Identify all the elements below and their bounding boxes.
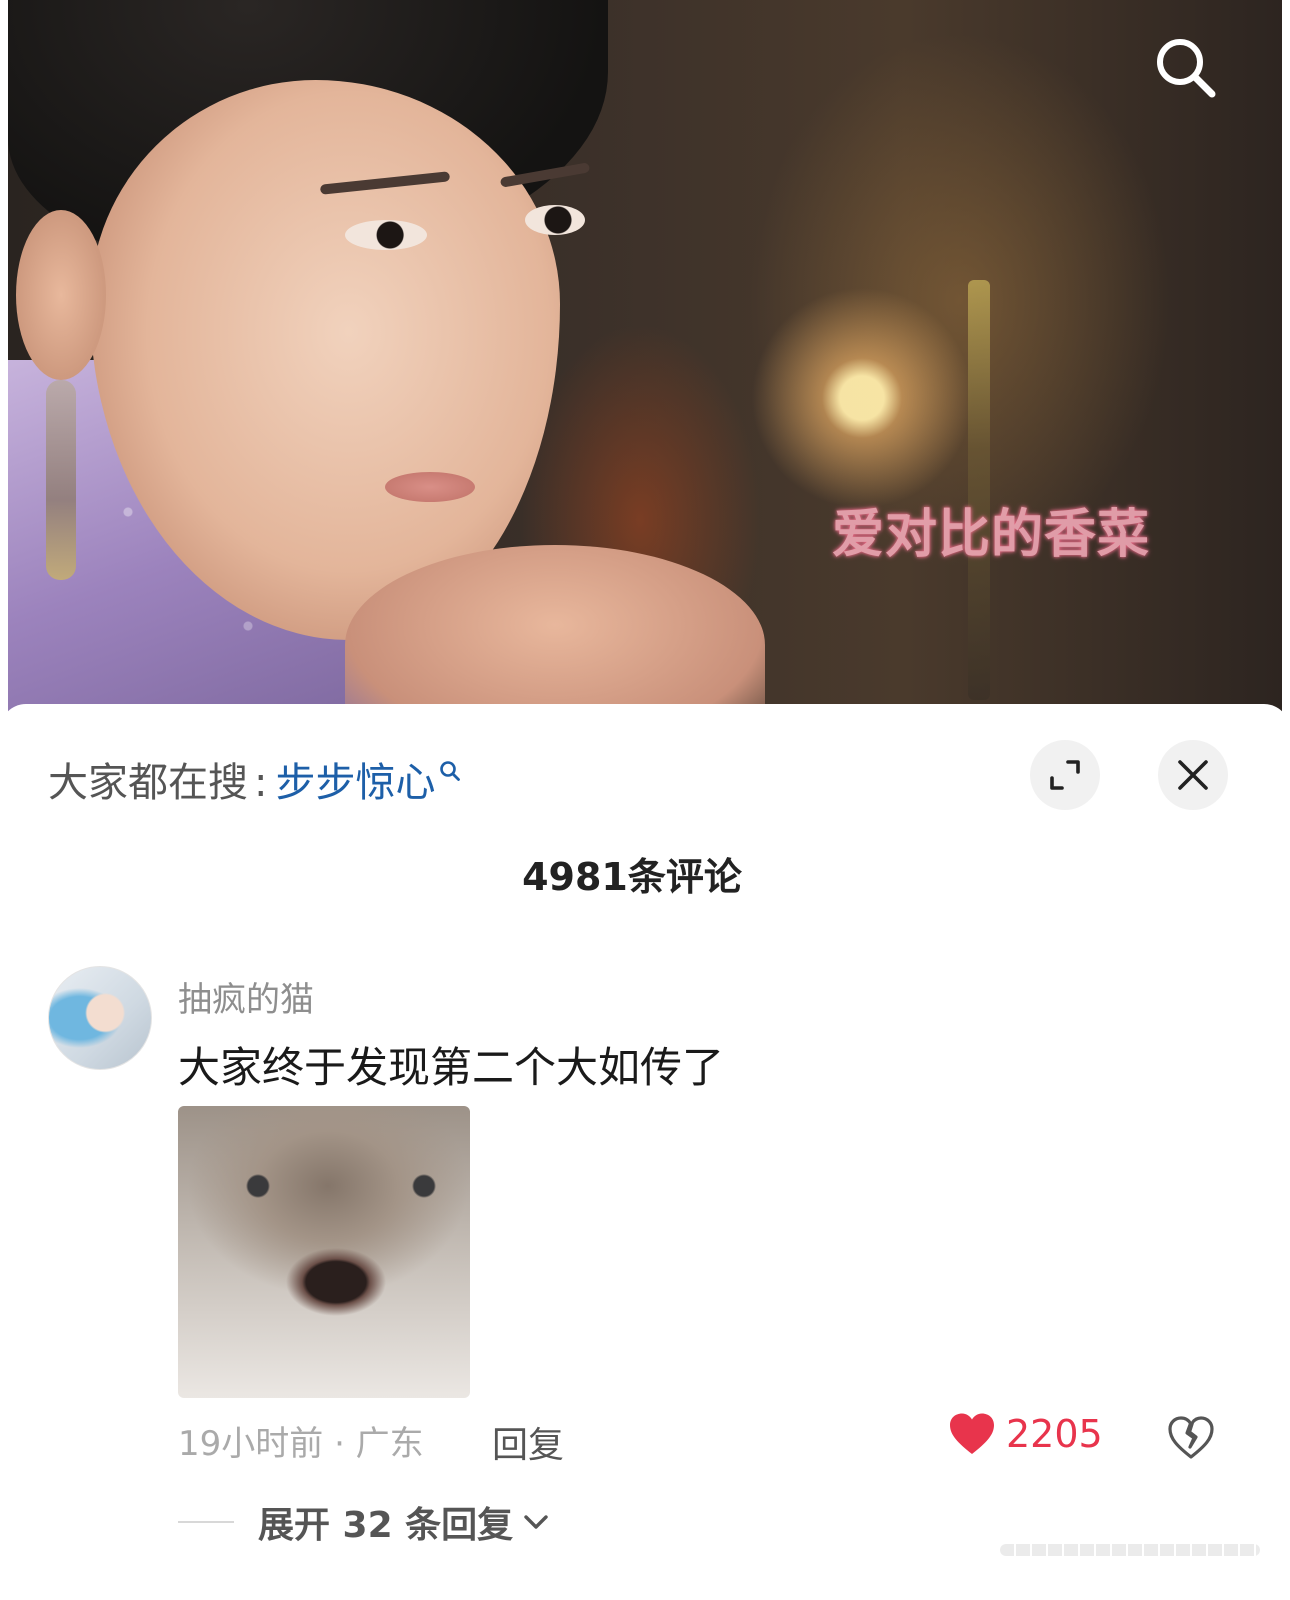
close-button[interactable] [1158, 740, 1228, 810]
ear [16, 210, 106, 380]
expand-replies-label: 展开 32 条回复 [258, 1505, 514, 1546]
search-icon [1157, 39, 1216, 98]
chevron-down-icon [524, 1515, 548, 1529]
search-button[interactable] [1150, 32, 1220, 102]
expand-divider [178, 1521, 234, 1523]
avatar[interactable] [48, 966, 152, 1070]
expand-icon [1050, 760, 1080, 790]
video-edge-left [0, 0, 8, 740]
comment-count-title: 4981条评论 [522, 855, 742, 899]
hot-search-keyword[interactable]: 步步惊心 [275, 750, 435, 808]
background-lantern [968, 280, 990, 700]
hot-search-bar[interactable]: 大家都在搜 : 步步惊心 [48, 750, 461, 808]
close-icon [1178, 760, 1208, 790]
hot-search-prefix: 大家都在搜 [48, 760, 248, 806]
eye-right [525, 205, 585, 235]
comment-username[interactable]: 抽疯的猫 [178, 972, 314, 1021]
heart-icon [950, 1413, 994, 1454]
comment-text: 大家终于发现第二个大如传了 [178, 1043, 725, 1092]
comment-sticker-image[interactable] [178, 1106, 470, 1398]
screen: 爱对比的香菜 大家都在搜 : 步步惊心 4981条评论 抽疯的猫 大家终于发现第… [0, 0, 1290, 1600]
like-count: 2205 [1006, 1412, 1103, 1456]
video-edge-right [1282, 0, 1290, 740]
video-watermark: 爱对比的香菜 [832, 505, 1151, 565]
expand-replies-button[interactable]: 展开 32 条回复 [178, 1496, 549, 1548]
comments-sheet: 大家都在搜 : 步步惊心 4981条评论 抽疯的猫 大家终于发现第二个大如传了 … [0, 704, 1290, 1600]
broken-heart-icon [1168, 1416, 1214, 1459]
fullscreen-button[interactable] [1030, 740, 1100, 810]
keyword-search-icon [440, 761, 461, 781]
dislike-button[interactable] [1166, 1414, 1216, 1462]
like-button[interactable]: 2205 [948, 1412, 1103, 1456]
video-player[interactable]: 爱对比的香菜 [0, 0, 1290, 740]
eye-left [345, 220, 427, 250]
reply-button[interactable]: 回复 [492, 1416, 564, 1468]
comment-time-location: 19小时前 · 广东 [178, 1424, 424, 1464]
hot-search-separator: : [254, 760, 268, 806]
lips [385, 472, 475, 502]
earring [46, 380, 76, 580]
home-indicator [1000, 1544, 1260, 1556]
